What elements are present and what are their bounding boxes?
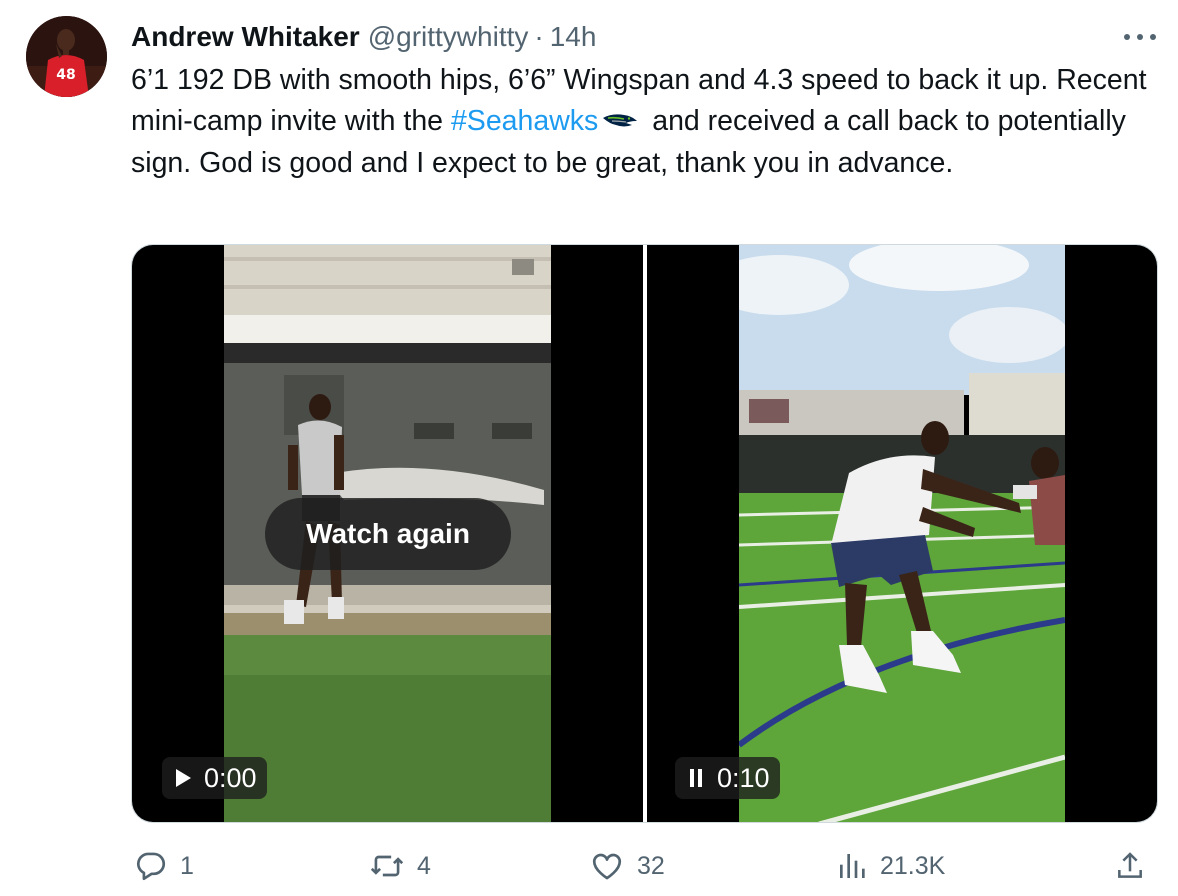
tweet-text: 6’1 192 DB with smooth hips, 6’6” Wingsp… [131,60,1151,184]
heart-icon [589,849,625,883]
video-right-frame [739,245,1065,822]
analytics-icon [836,850,868,882]
watch-again-button[interactable]: Watch again [265,498,511,570]
video-left[interactable]: Watch again 0:00 [132,245,643,822]
video-left-timestamp: 0:00 [204,762,257,793]
share-button[interactable] [1114,844,1146,888]
views-count: 21.3K [880,851,946,880]
tweet-time[interactable]: 14h [550,21,597,53]
video-left-timer[interactable]: 0:00 [162,757,267,799]
reply-count: 1 [180,851,194,880]
like-count: 32 [637,851,665,880]
author-handle[interactable]: @grittywhitty [368,21,529,53]
share-icon [1114,849,1146,883]
tweet-header: Andrew Whitaker @grittywhitty · 14h [131,20,596,54]
video-right[interactable]: 0:10 [647,245,1157,822]
seahawks-logo-icon [602,103,638,144]
avatar-jersey-number: 48 [56,67,75,83]
media-grid: Watch again 0:00 0:10 [131,244,1158,823]
video-right-timer[interactable]: 0:10 [675,757,780,799]
video-right-timestamp: 0:10 [717,762,770,793]
repost-count: 4 [417,851,431,880]
like-button[interactable]: 32 [589,844,665,888]
repost-button[interactable]: 4 [369,844,431,888]
avatar[interactable]: 48 [26,16,107,97]
views-button[interactable]: 21.3K [836,844,945,888]
author-name[interactable]: Andrew Whitaker [131,21,360,53]
play-icon[interactable] [170,765,196,791]
action-bar: 1 4 32 21.3K [0,844,1178,888]
pause-icon[interactable] [683,765,709,791]
hashtag-link[interactable]: #Seahawks [451,105,598,137]
repost-icon [369,849,405,883]
reply-icon [134,849,168,883]
reply-button[interactable]: 1 [134,844,194,888]
separator-dot: · [534,21,544,52]
more-options-icon[interactable] [1124,26,1156,48]
